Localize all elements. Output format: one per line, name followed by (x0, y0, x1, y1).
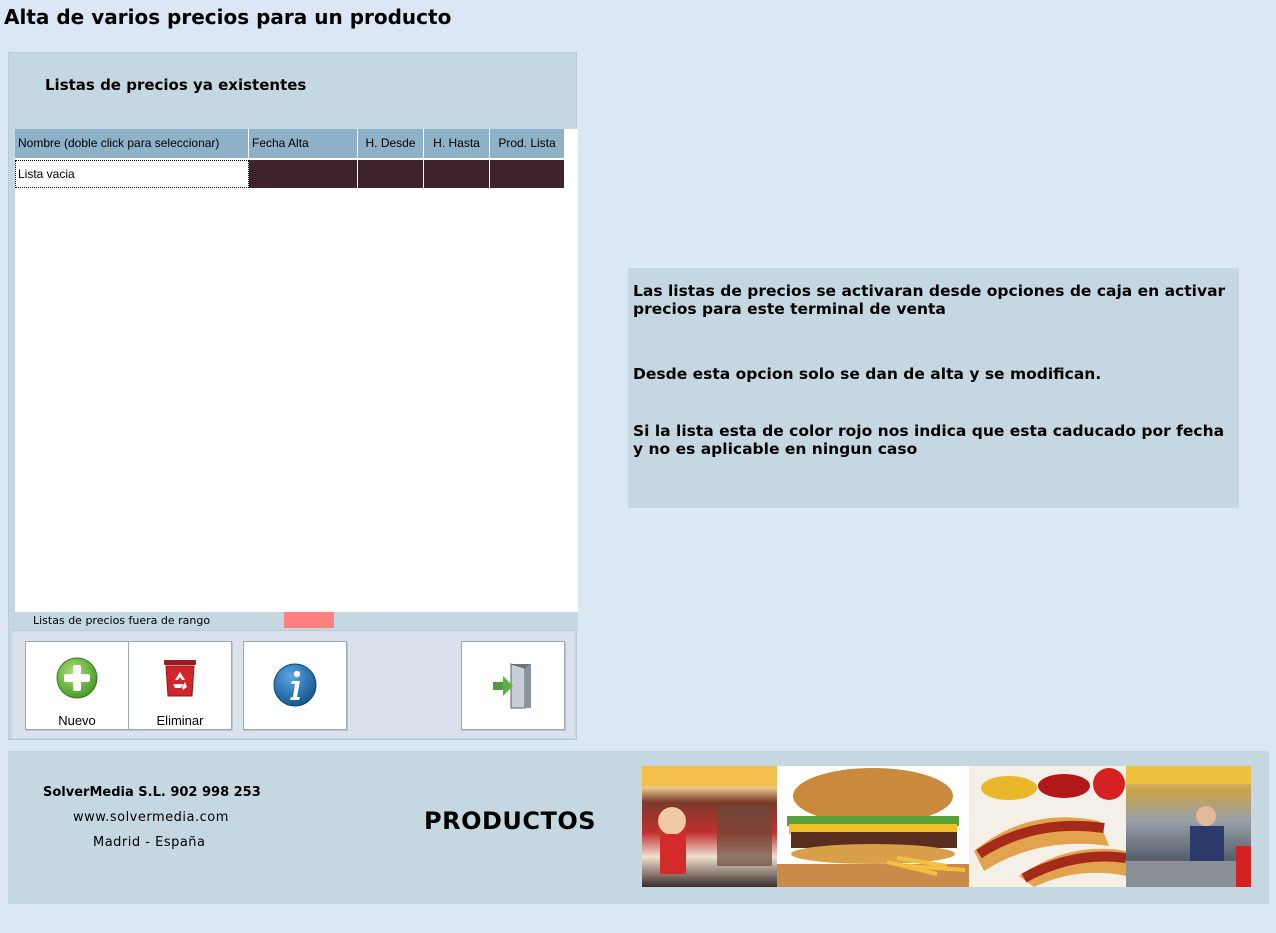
info-button[interactable] (243, 641, 347, 730)
button-bar: Nuevo Eliminar (12, 630, 575, 738)
recycle-bin-icon (164, 660, 196, 697)
fast-food-counter-photo (642, 766, 777, 887)
prices-panel: Listas de precios ya existentes Nombre (… (8, 52, 578, 740)
cell-prod-lista[interactable] (490, 160, 565, 188)
new-button-label: Nuevo (58, 713, 96, 728)
column-header-h-desde[interactable]: H. Desde (358, 129, 424, 158)
cell-nombre[interactable]: Lista vacia (15, 160, 249, 188)
cell-h-desde[interactable] (358, 160, 424, 188)
delete-button-label: Eliminar (156, 713, 204, 728)
info-text-scope: Desde esta opcion solo se dan de alta y … (633, 365, 1102, 383)
table-header: Nombre (doble click para seleccionar) Fe… (15, 129, 565, 158)
out-of-range-swatch (284, 612, 334, 628)
window-title: Alta de varios precios para un producto (4, 5, 452, 29)
kitchen-staff-photo (1126, 766, 1251, 887)
exit-door-icon (493, 663, 531, 709)
company-name: SolverMedia S.L. 902 998 253 (43, 785, 261, 800)
info-icon (273, 663, 317, 707)
hot-dogs-photo (969, 766, 1126, 887)
table-row[interactable]: Lista vacia (15, 160, 565, 188)
info-panel: Las listas de precios se activaran desde… (628, 268, 1239, 508)
out-of-range-label: Listas de precios fuera de rango (33, 614, 211, 627)
new-button[interactable]: Nuevo (25, 641, 129, 730)
prices-table[interactable]: Nombre (doble click para seleccionar) Fe… (15, 129, 578, 612)
company-website: www.solvermedia.com (73, 810, 229, 825)
column-header-prod-lista[interactable]: Prod. Lista (490, 129, 565, 158)
column-header-nombre[interactable]: Nombre (doble click para seleccionar) (15, 129, 249, 158)
info-text-activation: Las listas de precios se activaran desde… (633, 282, 1226, 318)
exit-button[interactable] (461, 641, 565, 730)
footer: SolverMedia S.L. 902 998 253 www.solverm… (8, 751, 1269, 904)
products-banner-image (642, 766, 1251, 887)
column-header-fecha-alta[interactable]: Fecha Alta (249, 129, 358, 158)
section-title: PRODUCTOS (424, 807, 597, 835)
company-location: Madrid - España (93, 835, 206, 850)
hamburger-photo (777, 766, 969, 887)
cell-h-hasta[interactable] (424, 160, 490, 188)
prices-panel-subtitle: Listas de precios ya existentes (45, 76, 307, 94)
delete-button[interactable]: Eliminar (128, 641, 232, 730)
add-icon (56, 657, 98, 699)
info-text-red-lists: Si la lista esta de color rojo nos indic… (633, 422, 1225, 458)
cell-fecha-alta[interactable] (249, 160, 358, 188)
column-header-h-hasta[interactable]: H. Hasta (424, 129, 490, 158)
out-of-range-legend: Listas de precios fuera de rango (15, 612, 578, 630)
